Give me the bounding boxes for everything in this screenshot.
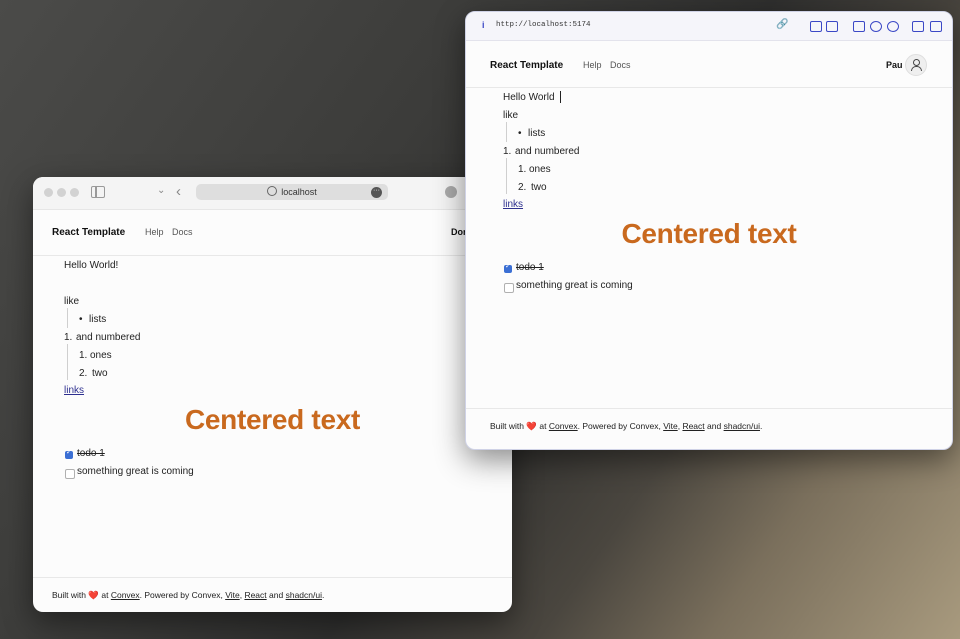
links-link[interactable]: links: [64, 385, 84, 396]
info-icon[interactable]: i: [482, 20, 485, 30]
centered-heading: Centered text: [621, 218, 797, 249]
heart-icon: ❤️: [526, 421, 537, 431]
footer-text: and: [269, 590, 284, 600]
sub-marker-1: 1.: [518, 164, 527, 175]
react-link[interactable]: React: [244, 590, 266, 600]
sidebar-icon[interactable]: [930, 21, 942, 32]
address-bar[interactable]: localhost: [196, 184, 388, 200]
footer-text: . Powered by Convex,: [139, 590, 223, 600]
app-header: React Template Help Docs Dor: [33, 210, 512, 256]
todo-text-1: todo 1: [77, 448, 105, 459]
todo-checkbox-1[interactable]: [65, 448, 73, 459]
avatar-icon[interactable]: [905, 54, 927, 76]
browser-titlebar: ⌄ ‹ localhost ···: [33, 177, 512, 210]
sub-item-2: two: [531, 182, 547, 193]
extension-icon[interactable]: [445, 186, 457, 198]
list-indent-bar: [67, 344, 68, 380]
vite-link[interactable]: Vite: [225, 590, 240, 600]
app-footer: Built with ❤️ at Convex. Powered by Conv…: [466, 408, 952, 444]
text-caret: [560, 91, 561, 103]
globe-icon: [267, 186, 278, 196]
nav-help-link[interactable]: Help: [583, 60, 602, 70]
numbered-marker: 1.: [64, 332, 73, 343]
globe-icon[interactable]: [870, 21, 882, 32]
sub-marker-2: 2.: [518, 182, 527, 193]
zoom-window-button[interactable]: [70, 188, 79, 197]
numbered-item: and numbered: [515, 146, 580, 157]
bullet-dot: •: [79, 314, 83, 325]
hello-line: Hello World!: [64, 260, 119, 271]
convex-link[interactable]: Convex: [549, 421, 578, 431]
vite-link[interactable]: Vite: [663, 421, 678, 431]
footer-text: ,: [239, 590, 243, 600]
bullet-dot: •: [518, 128, 522, 139]
sub-marker-1: 1.: [79, 350, 88, 361]
camera-icon[interactable]: [826, 21, 838, 32]
todo-checkbox-1[interactable]: [504, 262, 512, 273]
list-indent-bar: [506, 158, 507, 194]
browser-window-left: ⌄ ‹ localhost ··· React Template Help Do…: [33, 177, 512, 612]
url-text[interactable]: http://localhost:5174: [496, 21, 591, 29]
target-icon[interactable]: [887, 21, 899, 32]
todo-text-1: todo 1: [516, 262, 544, 273]
todo-text-2: something great is coming: [516, 280, 633, 291]
code-icon[interactable]: [912, 21, 924, 32]
sub-item-1: ones: [90, 350, 112, 361]
bullet-item: lists: [528, 128, 546, 139]
brand-title[interactable]: React Template: [52, 227, 125, 238]
terminal-icon[interactable]: [853, 21, 865, 32]
footer-text: .: [321, 590, 325, 600]
links-link[interactable]: links: [503, 199, 523, 210]
hello-line: Hello World: [503, 92, 555, 103]
user-name[interactable]: Pau: [886, 60, 903, 70]
sub-item-2: two: [92, 368, 108, 379]
todo-checkbox-2[interactable]: [504, 283, 514, 293]
list-indent-bar: [506, 122, 507, 142]
address-text: localhost: [281, 187, 317, 197]
more-icon[interactable]: ···: [371, 187, 382, 198]
editor-content[interactable]: Hello World like • lists 1. and numbered…: [466, 88, 952, 408]
footer-text: .: [759, 421, 763, 431]
browser-window-right: i http://localhost:5174 🔗 React Template…: [465, 11, 953, 450]
editor-content[interactable]: Hello World! like • lists 1. and numbere…: [33, 256, 512, 576]
shadcn-link[interactable]: shadcn/ui: [724, 421, 760, 431]
numbered-marker: 1.: [503, 146, 512, 157]
todo-checkbox-2[interactable]: [65, 469, 75, 479]
footer-text: at: [101, 590, 109, 600]
screen-icon[interactable]: [810, 21, 822, 32]
shadcn-link[interactable]: shadcn/ui: [286, 590, 322, 600]
chevron-down-icon[interactable]: ⌄: [157, 185, 165, 196]
heart-icon: ❤️: [88, 590, 99, 600]
react-link[interactable]: React: [682, 421, 704, 431]
nav-docs-link[interactable]: Docs: [610, 60, 631, 70]
like-line: like: [64, 296, 80, 307]
list-indent-bar: [67, 308, 68, 328]
link-icon[interactable]: 🔗: [776, 19, 788, 30]
close-window-button[interactable]: [44, 188, 53, 197]
url-bar: i http://localhost:5174 🔗: [466, 12, 952, 41]
convex-link[interactable]: Convex: [111, 590, 140, 600]
centered-heading: Centered text: [184, 404, 361, 435]
back-icon[interactable]: ‹: [176, 183, 181, 200]
footer-text: and: [707, 421, 722, 431]
minimize-window-button[interactable]: [57, 188, 66, 197]
footer-text: at: [539, 421, 547, 431]
footer-text: . Powered by Convex,: [577, 421, 661, 431]
footer-text: Built with: [490, 421, 525, 431]
sidebar-icon[interactable]: [91, 186, 105, 198]
brand-title[interactable]: React Template: [490, 60, 563, 71]
footer-text: Built with: [52, 590, 87, 600]
todo-text-2: something great is coming: [77, 466, 194, 477]
app-footer: Built with ❤️ at Convex. Powered by Conv…: [33, 577, 512, 612]
footer-text: ,: [677, 421, 681, 431]
like-line: like: [503, 110, 519, 121]
bullet-item: lists: [89, 314, 107, 325]
nav-help-link[interactable]: Help: [145, 227, 164, 237]
sub-item-1: ones: [529, 164, 551, 175]
nav-docs-link[interactable]: Docs: [172, 227, 193, 237]
numbered-item: and numbered: [76, 332, 141, 343]
sub-marker-2: 2.: [79, 368, 88, 379]
app-header: React Template Help Docs Pau: [466, 41, 952, 88]
